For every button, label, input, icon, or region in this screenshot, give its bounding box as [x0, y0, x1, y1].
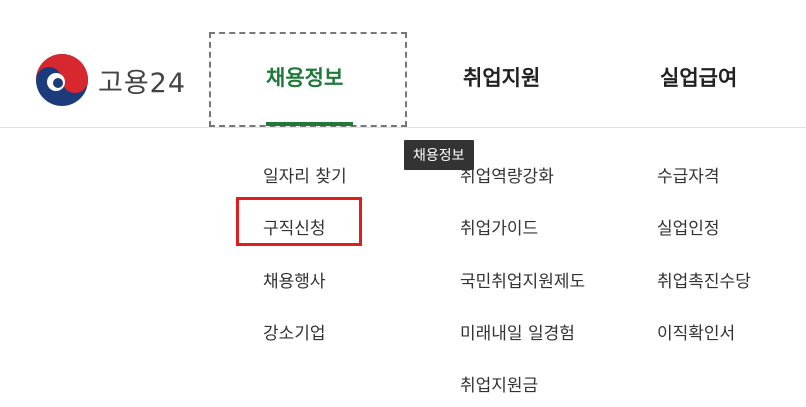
submenu-strong-sme[interactable]: 강소기업: [263, 319, 326, 344]
submenu-unemployment-recognition[interactable]: 실업인정: [657, 214, 720, 239]
logo-text: 고용24: [98, 67, 187, 99]
nav-item-recruit-info[interactable]: 채용정보: [266, 62, 343, 92]
highlight-box: [236, 197, 362, 246]
submenu-employment-subsidy[interactable]: 취업지원금: [460, 371, 538, 396]
site-logo[interactable]: 고용24: [34, 52, 186, 108]
nav-active-underline: [266, 122, 353, 126]
submenu-reemployment-allowance[interactable]: 취업촉진수당: [657, 267, 751, 292]
submenu-eligibility[interactable]: 수급자격: [657, 162, 720, 187]
taegeuk-logo-icon: [36, 54, 88, 106]
submenu-separation-confirmation[interactable]: 이직확인서: [657, 319, 735, 344]
header: 고용24 채용정보 취업지원 실업급여: [0, 0, 806, 128]
nav-tooltip: 채용정보: [404, 140, 474, 170]
submenu-future-work-experience[interactable]: 미래내일 일경험: [460, 319, 575, 344]
nav-item-employment-support[interactable]: 취업지원: [463, 62, 540, 92]
submenu-national-employment-support[interactable]: 국민취업지원제도: [460, 267, 585, 292]
submenu-job-guide[interactable]: 취업가이드: [460, 214, 538, 239]
submenu-job-competency[interactable]: 취업역량강화: [460, 162, 554, 187]
submenu-job-search[interactable]: 일자리 찾기: [263, 162, 347, 187]
nav-item-unemployment-benefit[interactable]: 실업급여: [660, 62, 737, 92]
submenu-job-fair[interactable]: 채용행사: [263, 267, 326, 292]
